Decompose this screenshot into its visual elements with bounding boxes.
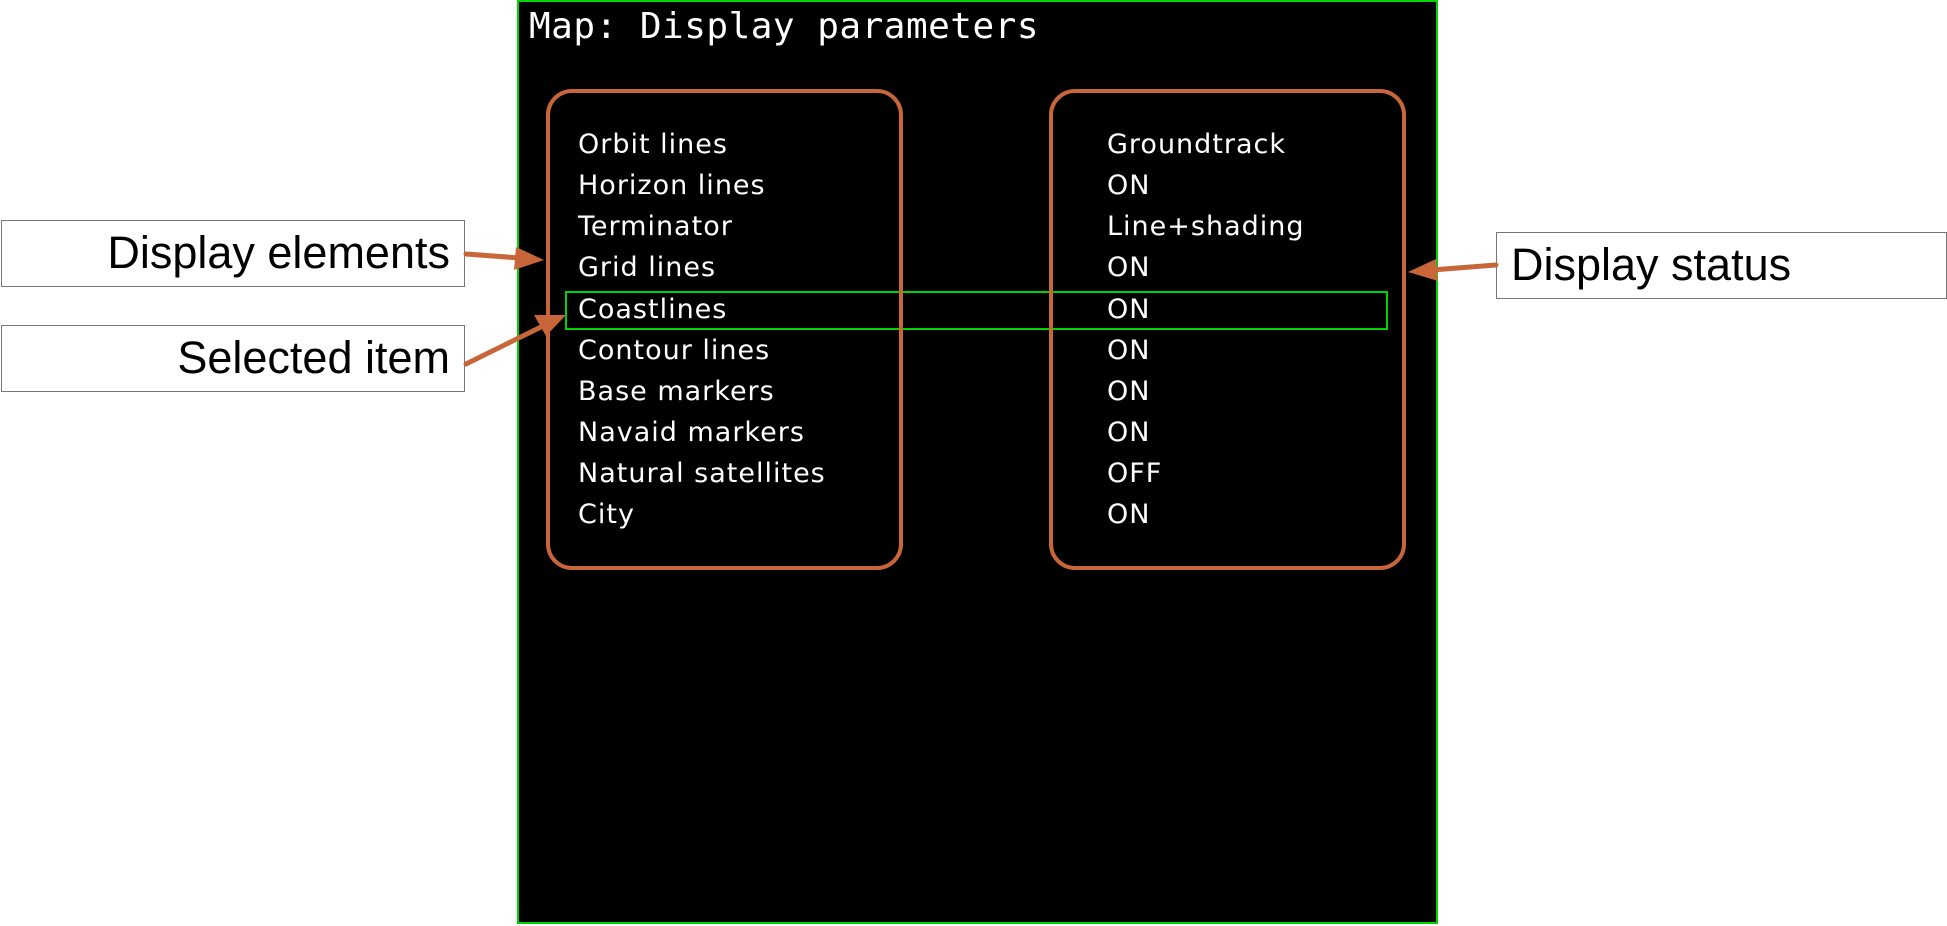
arrow-selected-item xyxy=(463,322,548,367)
arrow-display-status xyxy=(1429,262,1499,273)
arrow-display-status-head xyxy=(1408,259,1438,281)
arrow-display-elements-head xyxy=(514,247,544,270)
callout-arrows xyxy=(463,247,1499,367)
arrow-display-elements xyxy=(463,251,523,261)
